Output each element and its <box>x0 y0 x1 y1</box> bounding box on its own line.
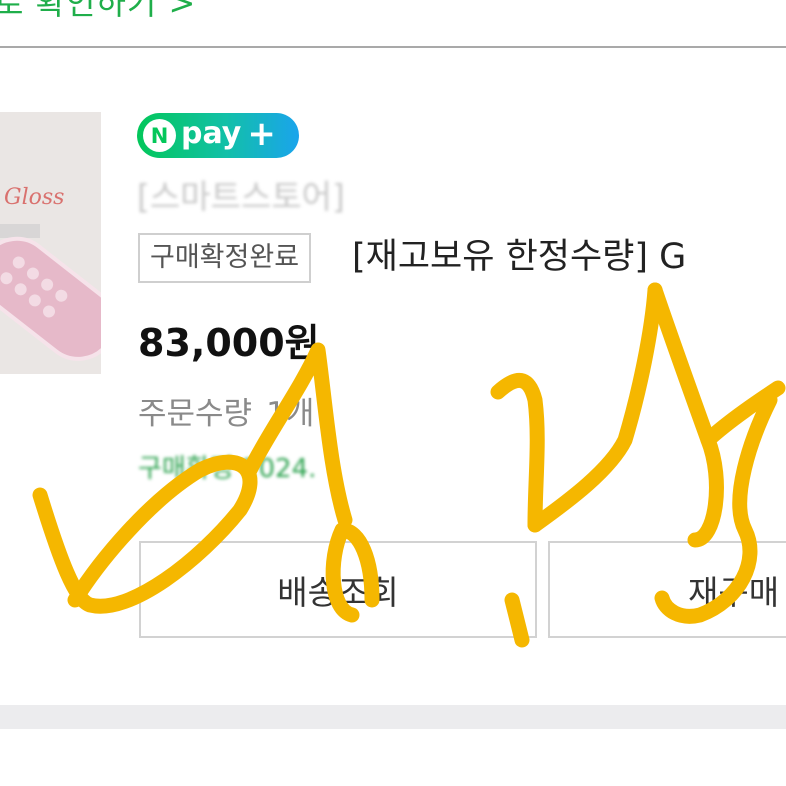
order-quantity: 주문수량 1개 <box>138 388 314 433</box>
thumbnail-logo-text: Gloss <box>4 185 64 210</box>
scribble-stroke-5 <box>490 373 545 533</box>
product-thumbnail-image: Gloss <box>0 112 101 374</box>
section-separator-band <box>0 705 786 729</box>
product-title[interactable]: [재고보유 한정수량] G <box>352 232 686 282</box>
product-price: 83,000원 <box>138 321 320 365</box>
scribble-stroke-8 <box>700 380 786 448</box>
product-thumbnail[interactable]: Gloss <box>0 112 101 374</box>
npay-n-icon: N <box>143 119 176 152</box>
scribble-stroke-2 <box>242 342 353 528</box>
purchase-confirm-info: 구매확정 2024. <box>138 454 317 484</box>
order-history-page: 로 확인하기 > Gloss N pay + [스마트스토어] 구매확정완료 [… <box>0 0 786 786</box>
order-status-badge: 구매확정완료 <box>138 233 312 283</box>
scribble-stroke-7 <box>647 282 724 548</box>
npay-label: pay <box>181 115 242 151</box>
plus-icon: + <box>247 114 276 154</box>
scribble-stroke-6 <box>527 282 663 533</box>
quantity-value: 1개 <box>266 396 315 432</box>
quantity-label: 주문수량 <box>138 396 253 432</box>
npay-plus-badge: N pay + <box>137 113 299 158</box>
track-delivery-button[interactable]: 배송조회 <box>139 541 537 638</box>
section-divider <box>0 46 786 48</box>
view-more-link[interactable]: 로 확인하기 > <box>0 0 196 24</box>
store-name[interactable]: [스마트스토어] <box>137 170 345 218</box>
handwritten-scribble-overlay <box>32 282 786 648</box>
rebuy-button[interactable]: 재구매 <box>548 541 786 638</box>
